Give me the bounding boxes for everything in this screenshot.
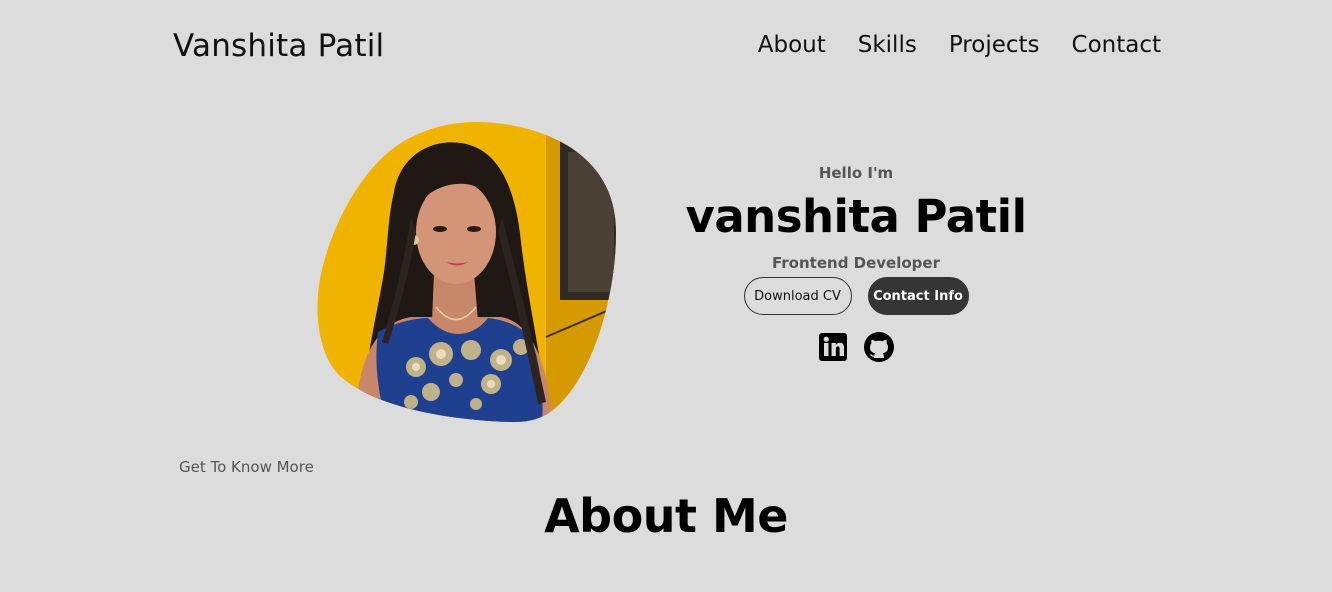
about-kicker: Get To Know More	[179, 458, 314, 476]
hero-section: Hello I'm vanshita Patil Frontend Develo…	[656, 162, 1056, 363]
nav-link-contact[interactable]: Contact	[1072, 32, 1161, 58]
about-title: About Me	[544, 489, 788, 543]
portfolio-page: Vanshita Patil About Skills Projects Con…	[0, 0, 1332, 592]
linkedin-icon[interactable]	[817, 331, 849, 363]
greeting-text: Hello I'm	[818, 164, 894, 182]
nav-link-about[interactable]: About	[758, 32, 826, 58]
nav-link-projects[interactable]: Projects	[949, 32, 1040, 58]
nav-link-skills[interactable]: Skills	[858, 32, 917, 58]
social-links	[656, 331, 1056, 363]
download-cv-button[interactable]: Download CV	[743, 277, 852, 315]
hero-name: vanshita Patil	[685, 190, 1027, 243]
profile-picture	[316, 122, 616, 422]
site-logo[interactable]: Vanshita Patil	[173, 28, 384, 64]
role-text: Frontend Developer	[772, 254, 940, 272]
contact-info-button[interactable]: Contact Info	[867, 277, 969, 315]
github-icon[interactable]	[863, 331, 895, 363]
main-nav: About Skills Projects Contact	[758, 32, 1161, 58]
hero-buttons: Download CV Contact Info	[656, 277, 1056, 315]
